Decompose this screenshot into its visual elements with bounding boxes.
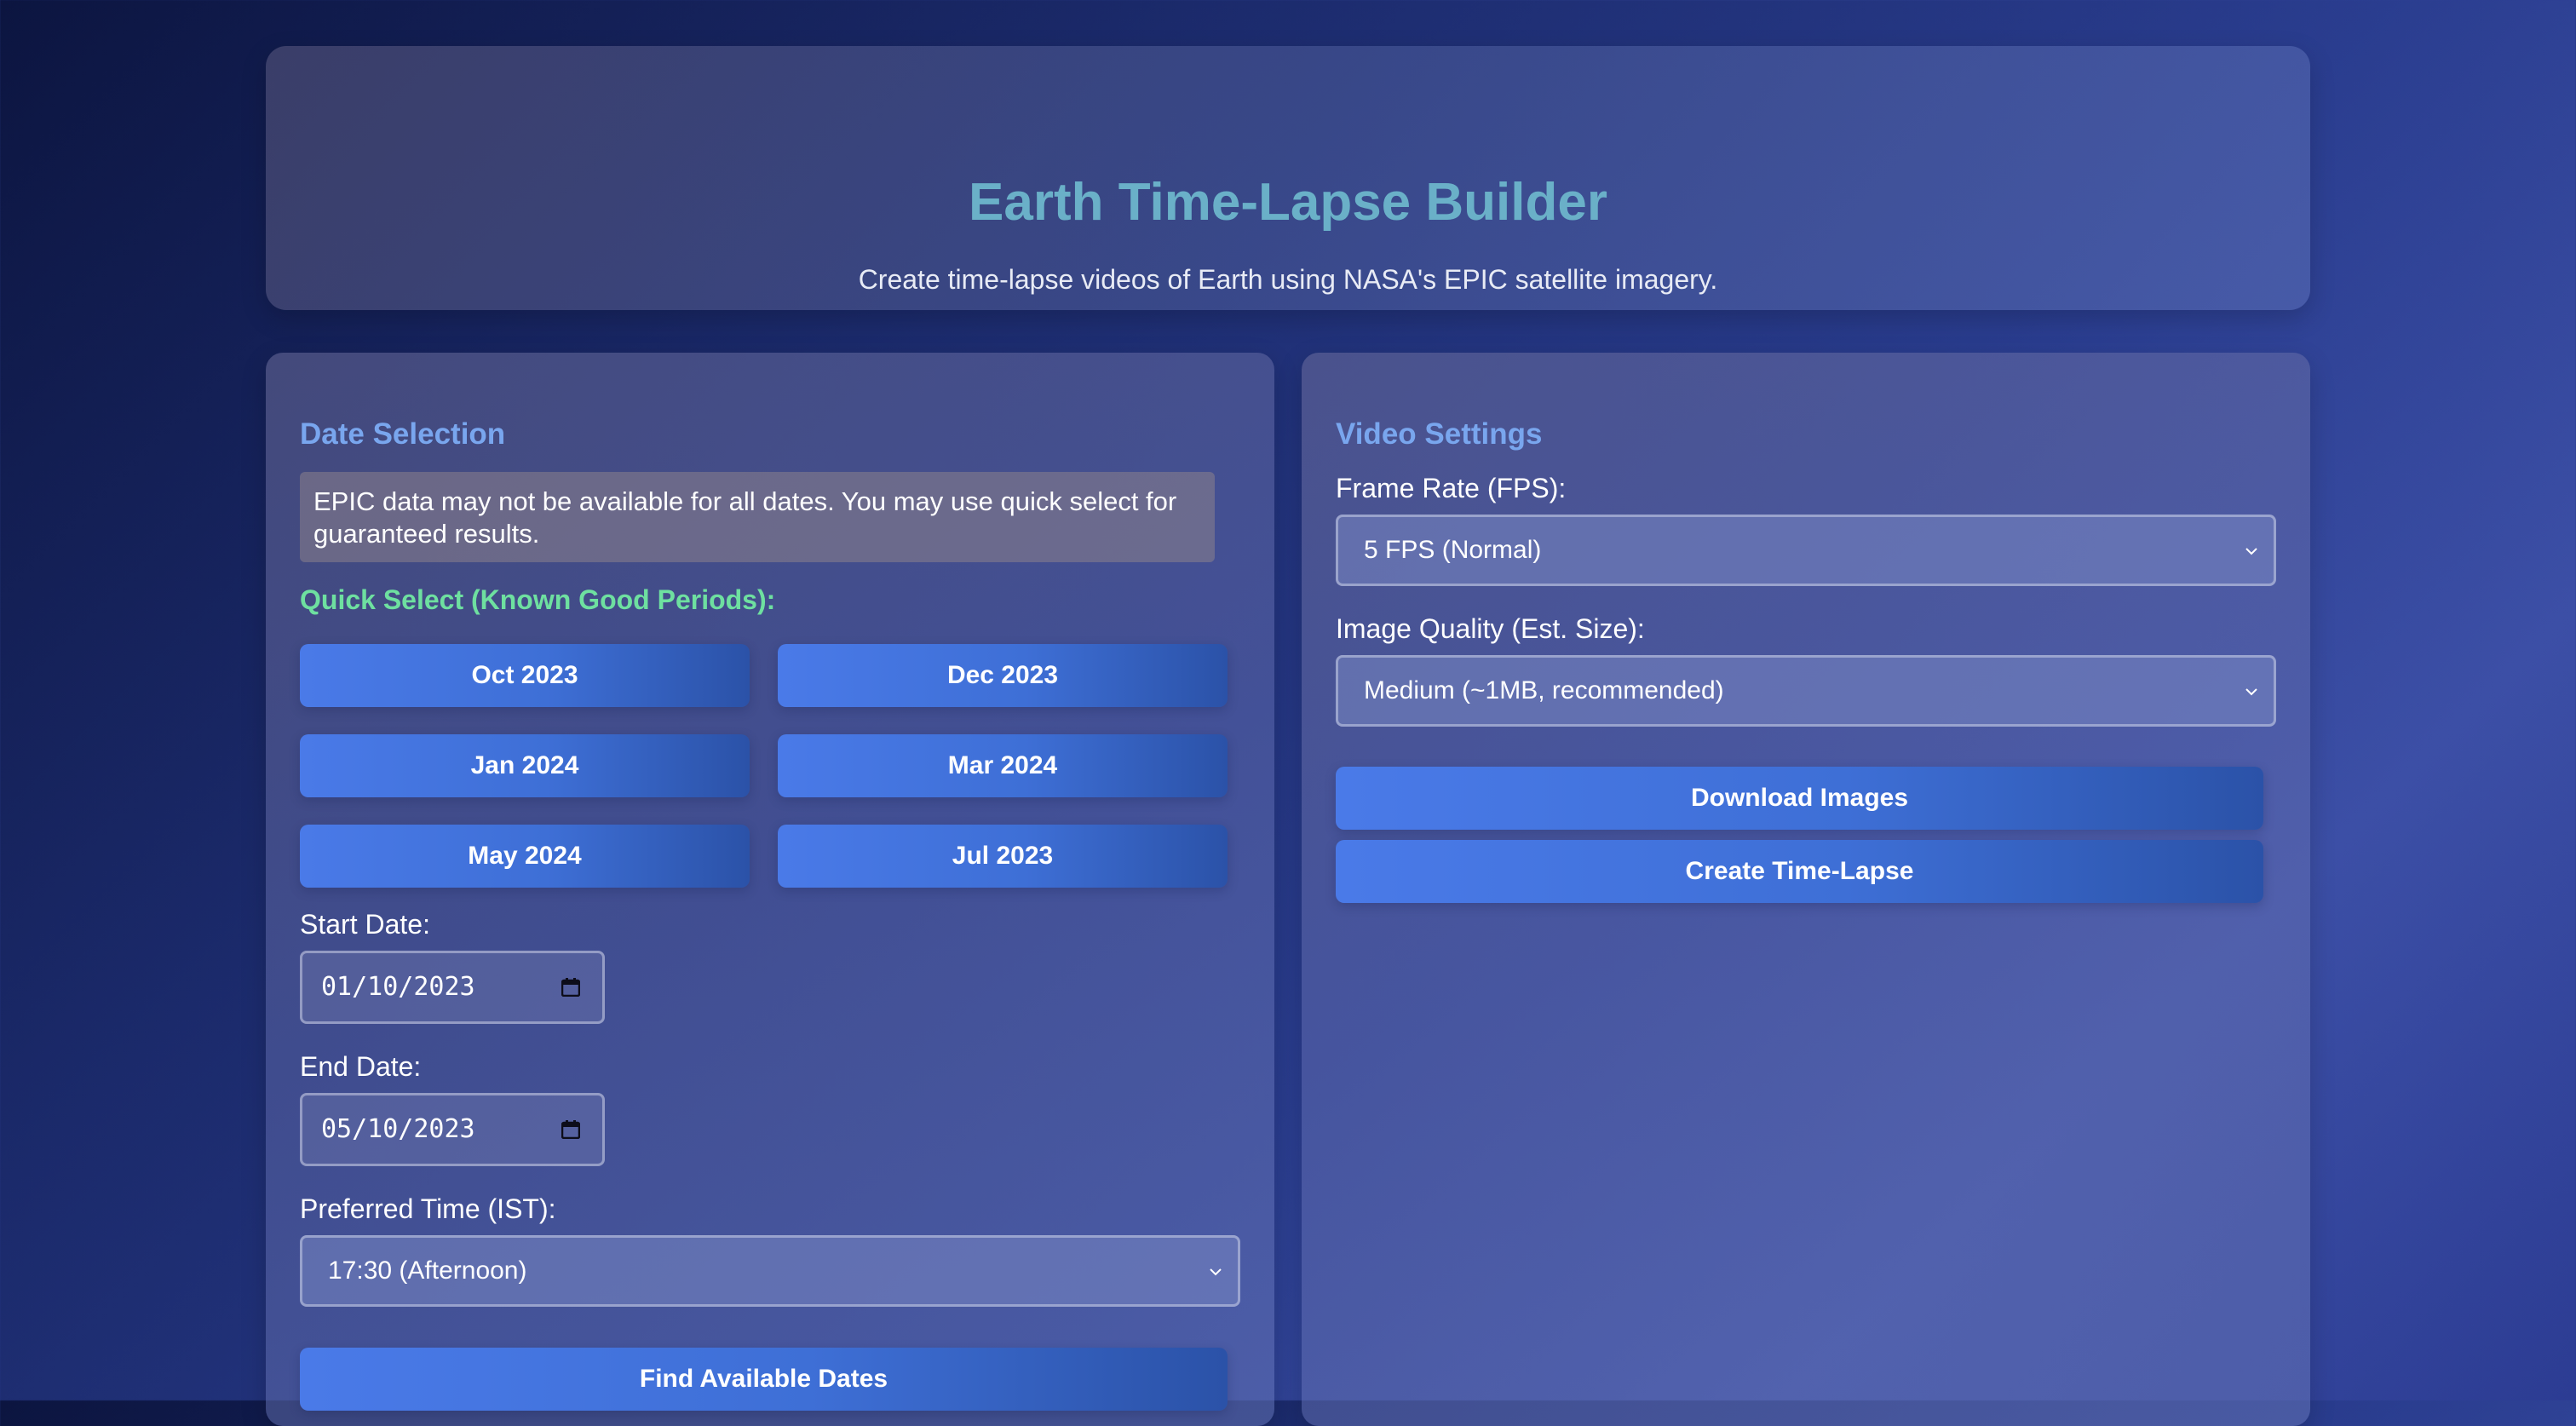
create-time-lapse-button[interactable]: Create Time-Lapse: [1336, 840, 2263, 903]
availability-notice: EPIC data may not be available for all d…: [300, 472, 1215, 562]
start-date-label: Start Date:: [300, 909, 430, 940]
end-date-input[interactable]: 05/10/2023: [300, 1093, 605, 1166]
calendar-icon[interactable]: [561, 978, 580, 997]
quick-select-dec-2023-button[interactable]: Dec 2023: [778, 644, 1228, 707]
end-date-label: End Date:: [300, 1051, 422, 1082]
page-title: Earth Time-Lapse Builder: [969, 173, 1607, 232]
video-settings-panel: Video Settings Frame Rate (FPS): 5 FPS (…: [1302, 353, 2310, 1426]
frame-rate-value: 5 FPS (Normal): [1364, 536, 1542, 564]
end-date-value: 05/10/2023: [321, 1114, 475, 1144]
start-date-value: 01/10/2023: [321, 972, 475, 1002]
image-quality-select[interactable]: Medium (~1MB, recommended): [1336, 655, 2276, 727]
calendar-icon[interactable]: [561, 1120, 580, 1139]
image-quality-value: Medium (~1MB, recommended): [1364, 676, 1724, 704]
quick-select-title: Quick Select (Known Good Periods):: [300, 584, 776, 615]
video-settings-title: Video Settings: [1336, 417, 1543, 451]
image-quality-label: Image Quality (Est. Size):: [1336, 613, 1645, 644]
preferred-time-label: Preferred Time (IST):: [300, 1193, 556, 1224]
quick-select-jan-2024-button[interactable]: Jan 2024: [300, 734, 750, 797]
header-card: Earth Time-Lapse Builder Create time-lap…: [266, 46, 2310, 310]
quick-select-oct-2023-button[interactable]: Oct 2023: [300, 644, 750, 707]
preferred-time-value: 17:30 (Afternoon): [328, 1256, 527, 1285]
chevron-down-icon: [2245, 548, 2257, 555]
date-selection-title: Date Selection: [300, 417, 506, 451]
quick-select-jul-2023-button[interactable]: Jul 2023: [778, 825, 1228, 888]
quick-select-mar-2024-button[interactable]: Mar 2024: [778, 734, 1228, 797]
quick-select-may-2024-button[interactable]: May 2024: [300, 825, 750, 888]
chevron-down-icon: [2245, 688, 2257, 696]
find-available-dates-button[interactable]: Find Available Dates: [300, 1348, 1228, 1411]
chevron-down-icon: [1210, 1268, 1222, 1276]
date-selection-panel: Date Selection EPIC data may not be avai…: [266, 353, 1274, 1426]
preferred-time-select[interactable]: 17:30 (Afternoon): [300, 1235, 1240, 1307]
frame-rate-label: Frame Rate (FPS):: [1336, 473, 1567, 503]
download-images-button[interactable]: Download Images: [1336, 767, 2263, 830]
page-subtitle: Create time-lapse videos of Earth using …: [858, 264, 1718, 295]
start-date-input[interactable]: 01/10/2023: [300, 951, 605, 1024]
frame-rate-select[interactable]: 5 FPS (Normal): [1336, 515, 2276, 586]
